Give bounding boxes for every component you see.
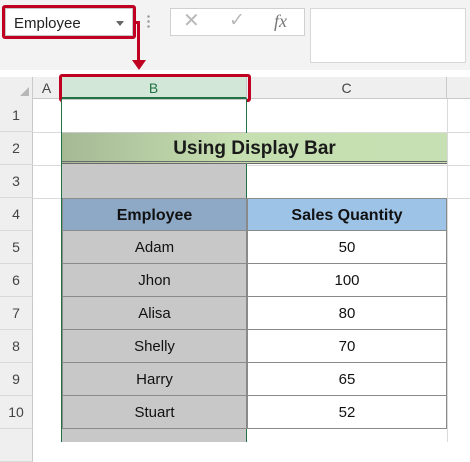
row-header[interactable]: 6 <box>0 264 33 297</box>
cell-quantity[interactable]: 80 <box>247 297 447 330</box>
cell-employee[interactable]: Shelly <box>62 330 247 363</box>
cell-quantity[interactable]: 52 <box>247 396 447 429</box>
gridline <box>447 99 448 442</box>
callout-arrow-line <box>137 21 140 61</box>
drag-handle-icon[interactable] <box>147 14 150 30</box>
row-header[interactable]: 8 <box>0 330 33 363</box>
column-b-highlight <box>59 74 251 102</box>
arrow-down-icon <box>132 60 146 70</box>
insert-function-button[interactable]: fx <box>274 11 287 31</box>
cell-employee[interactable]: Adam <box>62 231 247 264</box>
cell-quantity[interactable]: 100 <box>247 264 447 297</box>
cell-quantity[interactable]: 70 <box>247 330 447 363</box>
row-header[interactable] <box>0 429 33 462</box>
sheet-title: Using Display Bar <box>173 138 336 159</box>
cell-employee[interactable]: Stuart <box>62 396 247 429</box>
enter-icon[interactable]: ✓ <box>229 11 245 31</box>
row-header[interactable]: 3 <box>0 165 33 198</box>
select-all-icon <box>20 87 29 96</box>
row-header[interactable]: 9 <box>0 363 33 396</box>
cell-employee[interactable]: Alisa <box>62 297 247 330</box>
cell-employee[interactable]: Jhon <box>62 264 247 297</box>
header-sales-quantity[interactable]: Sales Quantity <box>247 198 447 231</box>
row-header[interactable]: 2 <box>0 132 33 165</box>
name-box-highlight <box>2 5 136 39</box>
cancel-icon[interactable]: ✕ <box>183 11 200 31</box>
column-header-a[interactable]: A <box>33 77 61 99</box>
cell-quantity[interactable]: 65 <box>247 363 447 396</box>
cell-employee[interactable]: Harry <box>62 363 247 396</box>
cell-quantity[interactable]: 50 <box>247 231 447 264</box>
row-header[interactable]: 4 <box>0 198 33 231</box>
row-header[interactable]: 5 <box>0 231 33 264</box>
column-header-c[interactable]: C <box>247 77 447 99</box>
row-header[interactable]: 7 <box>0 297 33 330</box>
header-employee[interactable]: Employee <box>62 198 247 231</box>
row-header[interactable]: 10 <box>0 396 33 429</box>
cell-b1[interactable] <box>62 100 246 132</box>
select-all-button[interactable] <box>0 77 33 99</box>
formula-input[interactable] <box>310 8 466 63</box>
row-header[interactable]: 1 <box>0 99 33 132</box>
